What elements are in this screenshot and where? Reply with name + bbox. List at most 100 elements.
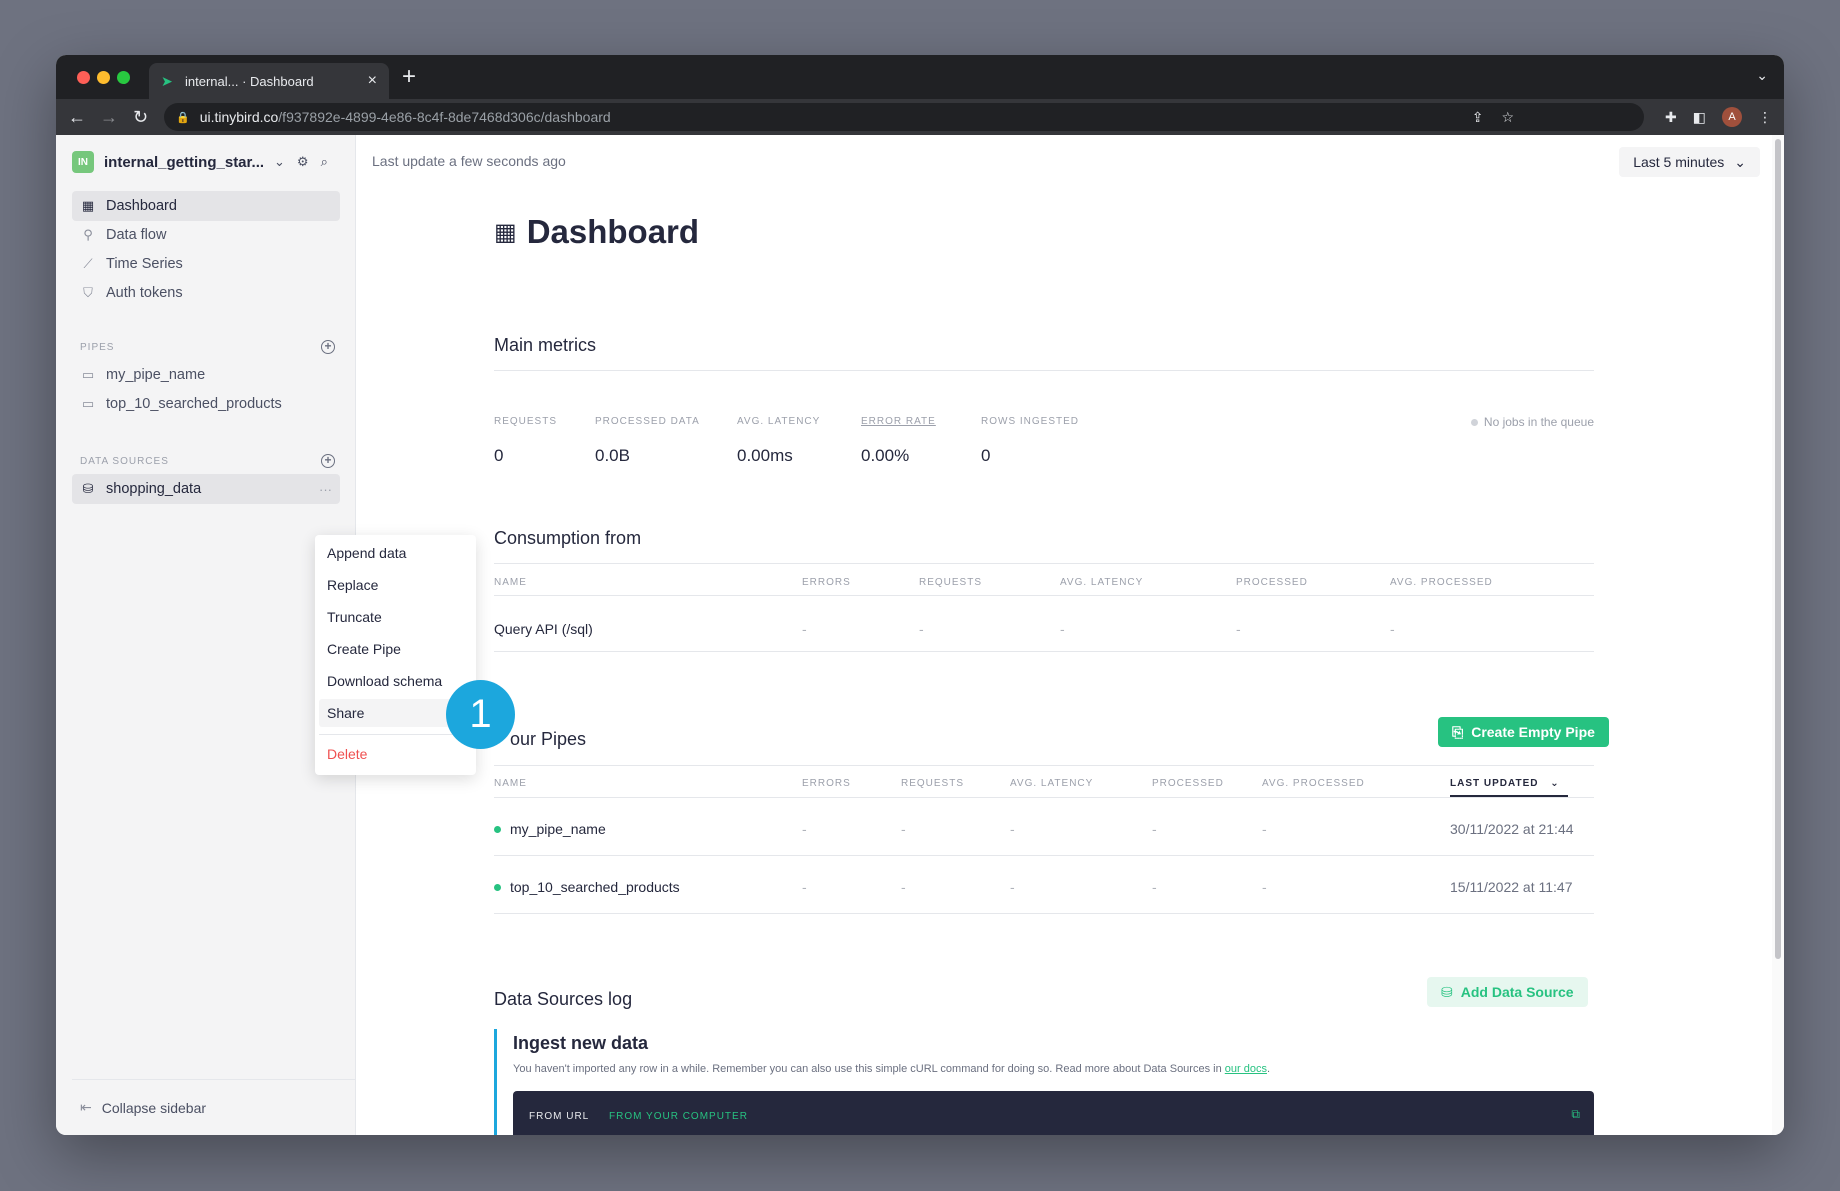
menu-item-download-schema[interactable]: Download schema	[315, 667, 476, 695]
sidebar-item-time-series[interactable]: ⟋ Time Series	[72, 249, 340, 279]
pipe-name-link[interactable]: my_pipe_name	[510, 821, 606, 837]
tab-from-url[interactable]: FROM URL	[529, 1111, 589, 1122]
new-tab-icon[interactable]: +	[402, 65, 416, 89]
divider	[494, 651, 1594, 652]
column-header-label: LAST UPDATED	[1450, 778, 1539, 789]
tab-from-computer[interactable]: FROM YOUR COMPUTER	[609, 1111, 748, 1122]
table-cell: -	[1152, 821, 1157, 837]
tab-title: internal... · Dashboard	[185, 73, 314, 89]
column-header: PROCESSED	[1152, 778, 1224, 789]
table-cell: -	[901, 821, 906, 837]
sidebar-item-pipe[interactable]: ▭ my_pipe_name	[72, 360, 340, 390]
column-header: ERRORS	[802, 778, 851, 789]
menu-item-append-data[interactable]: Append data	[315, 539, 476, 567]
bookmark-star-icon[interactable]: ☆	[1501, 109, 1514, 126]
time-range-label: Last 5 minutes	[1633, 154, 1725, 170]
tinybird-favicon-icon: ➤	[161, 73, 173, 89]
error-rate-label[interactable]: ERROR RATE	[861, 416, 936, 427]
browser-toolbar: ← → ↻ 🔒 ui.tinybird.co /f937892e-4899-4e…	[56, 99, 1784, 135]
minimize-window-button[interactable]	[97, 71, 110, 84]
reload-icon[interactable]: ↻	[133, 105, 148, 129]
table-cell: -	[901, 879, 906, 895]
address-bar[interactable]: 🔒 ui.tinybird.co /f937892e-4899-4e86-8c4…	[164, 103, 1644, 131]
menu-item-replace[interactable]: Replace	[315, 571, 476, 599]
add-data-source-icon[interactable]: +	[321, 454, 335, 468]
share-icon[interactable]: ⇪	[1472, 109, 1484, 126]
add-data-source-label: Add Data Source	[1460, 984, 1574, 1000]
maximize-window-button[interactable]	[117, 71, 130, 84]
collapse-arrow-icon: ⇤	[80, 1099, 92, 1115]
pipe-icon: ▭	[81, 367, 95, 382]
create-empty-pipe-button[interactable]: ⎘ Create Empty Pipe	[1438, 717, 1609, 747]
more-options-icon[interactable]: ···	[319, 482, 332, 497]
copy-icon[interactable]: ⧉	[1571, 1107, 1580, 1122]
column-header: PROCESSED	[1236, 577, 1308, 588]
time-range-select[interactable]: Last 5 minutes ⌄	[1619, 147, 1760, 177]
collapse-sidebar-button[interactable]: ⇤ Collapse sidebar	[72, 1079, 356, 1135]
pipe-plus-icon: ⎘	[1452, 723, 1464, 740]
divider	[494, 855, 1594, 856]
divider	[494, 370, 1594, 371]
table-cell: -	[802, 879, 807, 895]
extensions-puzzle-icon[interactable]: ✚	[1665, 109, 1677, 126]
queue-status-text: No jobs in the queue	[1483, 415, 1594, 429]
menu-item-truncate[interactable]: Truncate	[315, 603, 476, 631]
tab-search-chevron-icon[interactable]: ⌄	[1756, 67, 1768, 84]
pipe-name-link[interactable]: top_10_searched_products	[510, 879, 680, 895]
sidebar-item-label: shopping_data	[106, 481, 202, 497]
last-updated-sort-header[interactable]: LAST UPDATED ⌄	[1450, 778, 1560, 789]
app: IN internal_getting_star... ⌄ ⚙ ⌕ ▦ Dash…	[56, 135, 1784, 1135]
sidebar-item-dashboard[interactable]: ▦ Dashboard	[72, 191, 340, 221]
search-icon[interactable]: ⌕	[321, 154, 328, 170]
side-panel-icon[interactable]: ◧	[1693, 109, 1706, 126]
menu-item-delete[interactable]: Delete	[315, 740, 476, 768]
tab-close-icon[interactable]: ×	[368, 72, 377, 90]
data-sources-section-title: DATA SOURCES	[80, 456, 169, 467]
browser-menu-icon[interactable]: ⋮	[1758, 109, 1772, 126]
forward-arrow-icon[interactable]: →	[100, 105, 118, 129]
sidebar-item-auth-tokens[interactable]: ⛉ Auth tokens	[72, 278, 340, 308]
divider	[494, 595, 1594, 596]
table-cell: -	[919, 621, 924, 637]
chevron-down-icon[interactable]: ⌄	[274, 154, 285, 170]
gear-icon[interactable]: ⚙	[297, 154, 309, 170]
sidebar-item-label: top_10_searched_products	[106, 396, 282, 412]
divider	[494, 563, 1594, 564]
code-snippet-box: FROM URL FROM YOUR COMPUTER ⧉	[513, 1091, 1594, 1135]
add-data-source-button[interactable]: ⛁ Add Data Source	[1427, 977, 1588, 1007]
close-window-button[interactable]	[77, 71, 90, 84]
metric-label: AVG. LATENCY	[737, 416, 821, 427]
menu-item-create-pipe[interactable]: Create Pipe	[315, 635, 476, 663]
metric-value-rows: 0	[981, 446, 991, 465]
database-icon: ⛁	[1441, 983, 1453, 1000]
url-path: /f937892e-4899-4e86-8c4f-8de7468d306c/da…	[278, 109, 611, 125]
queue-status: No jobs in the queue	[1470, 415, 1594, 429]
table-cell: -	[1262, 821, 1267, 837]
workspace-switcher[interactable]: IN internal_getting_star... ⌄ ⚙ ⌕	[72, 151, 340, 173]
main-content: Last update a few seconds ago Last 5 min…	[356, 135, 1784, 1135]
column-header: AVG. LATENCY	[1060, 577, 1144, 588]
sidebar-item-label: Dashboard	[106, 198, 177, 214]
workspace-badge: IN	[72, 151, 94, 173]
docs-link[interactable]: our docs	[1225, 1063, 1267, 1075]
column-header: AVG. PROCESSED	[1390, 577, 1493, 588]
profile-avatar[interactable]: A	[1722, 107, 1742, 127]
lock-icon: 🔒	[176, 111, 190, 124]
sidebar-item-data-flow[interactable]: ⚲ Data flow	[72, 220, 340, 250]
metric-value-latency: 0.00ms	[737, 446, 793, 465]
sidebar-item-datasource[interactable]: ⛁ shopping_data ···	[72, 474, 340, 504]
column-header: REQUESTS	[919, 577, 983, 588]
metric-value-error-rate: 0.00%	[861, 446, 910, 465]
column-header: NAME	[494, 778, 527, 789]
add-pipe-icon[interactable]: +	[321, 340, 335, 354]
browser-tab[interactable]: ➤ internal... · Dashboard ×	[149, 63, 389, 99]
pipes-title: our Pipes	[510, 729, 587, 749]
metric-label: REQUESTS	[494, 416, 558, 427]
sidebar-item-pipe[interactable]: ▭ top_10_searched_products	[72, 389, 340, 419]
main-scrollbar[interactable]	[1772, 135, 1784, 1135]
last-updated-cell: 15/11/2022 at 11:47	[1450, 879, 1573, 895]
scrollbar-thumb[interactable]	[1775, 139, 1781, 959]
metric-value-requests: 0	[494, 446, 504, 465]
back-arrow-icon[interactable]: ←	[68, 105, 86, 129]
pipe-status-dot	[494, 884, 501, 891]
